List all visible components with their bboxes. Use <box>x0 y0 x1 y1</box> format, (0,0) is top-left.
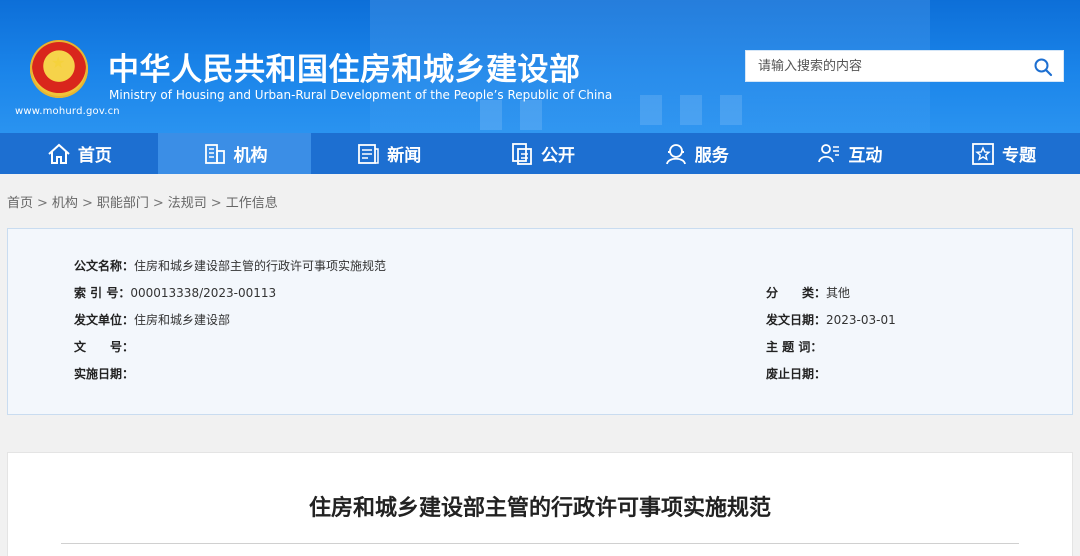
title-divider <box>61 543 1019 544</box>
nav-item-label: 公开 <box>541 146 575 166</box>
article-container: 住房和城乡建设部主管的行政许可事项实施规范 <box>7 452 1073 556</box>
effective-label: 实施日期： <box>74 367 135 381</box>
date-label: 发文日期： <box>766 313 827 327</box>
nav-item-label: 新闻 <box>387 146 422 166</box>
search-input[interactable] <box>746 51 1016 81</box>
header-building-window <box>640 95 662 125</box>
newspaper-icon <box>358 143 380 164</box>
breadcrumb-legal-dept[interactable]: 法规司 <box>168 196 207 211</box>
article-title: 住房和城乡建设部主管的行政许可事项实施规范 <box>308 496 771 521</box>
nav-item-topics[interactable]: 专题 <box>926 133 1080 174</box>
index-value: 000013338/2023-00113 <box>130 286 277 300</box>
keywords-row: 主 题 词： <box>766 338 822 355</box>
nav-item-label: 互动 <box>848 146 883 166</box>
building-icon <box>204 143 225 164</box>
search-icon[interactable] <box>1033 57 1053 77</box>
index-label: 索 引 号： <box>74 286 131 300</box>
breadcrumb-separator: > <box>210 196 222 211</box>
site-url: www.mohurd.gov.cn <box>15 106 120 117</box>
star-icon <box>972 142 995 165</box>
doc-name-label: 公文名称： <box>74 259 135 273</box>
effective-row: 实施日期： <box>74 365 134 382</box>
date-row: 发文日期：2023-03-01 <box>766 311 896 328</box>
main-nav: 首页 机构 新闻 公开 服务 互动 专题 <box>0 133 1080 174</box>
breadcrumb: 首页 > 机构 > 职能部门 > 法规司 > 工作信息 <box>7 192 278 211</box>
doc-name-row: 公文名称：住房和城乡建设部主管的行政许可事项实施规范 <box>74 257 386 274</box>
nav-item-news[interactable]: 新闻 <box>311 133 465 174</box>
header-building-window <box>520 100 542 130</box>
category-value: 其他 <box>826 286 851 300</box>
docno-label: 文 号： <box>74 340 135 354</box>
header-building-window <box>480 100 502 130</box>
issuer-value: 住房和城乡建设部 <box>134 313 231 327</box>
home-icon <box>48 143 70 164</box>
breadcrumb-home[interactable]: 首页 <box>7 196 33 211</box>
nav-item-service[interactable]: 服务 <box>619 133 773 174</box>
expiry-label: 废止日期： <box>766 367 827 381</box>
header-building-window <box>680 95 702 125</box>
breadcrumb-separator: > <box>81 196 93 211</box>
issuer-label: 发文单位： <box>74 313 135 327</box>
category-label: 分 类： <box>766 286 827 300</box>
nav-item-label: 首页 <box>77 146 112 166</box>
doc-name-value: 住房和城乡建设部主管的行政许可事项实施规范 <box>134 259 387 273</box>
keywords-label: 主 题 词： <box>766 340 823 354</box>
breadcrumb-organization[interactable]: 机构 <box>52 196 78 211</box>
nav-item-organization[interactable]: 机构 <box>157 133 312 174</box>
search-box <box>745 50 1064 82</box>
document-icon <box>512 142 532 165</box>
issuer-row: 发文单位：住房和城乡建设部 <box>74 311 230 328</box>
nav-item-public[interactable]: 公开 <box>465 133 619 174</box>
chat-icon <box>818 143 840 162</box>
expiry-row: 废止日期： <box>766 365 826 382</box>
breadcrumb-separator: > <box>152 196 164 211</box>
site-subtitle: Ministry of Housing and Urban-Rural Deve… <box>109 88 613 102</box>
breadcrumb-departments[interactable]: 职能部门 <box>97 196 149 211</box>
nav-item-interaction[interactable]: 互动 <box>773 133 927 174</box>
site-header: ★ www.mohurd.gov.cn 中华人民共和国住房和城乡建设部 Mini… <box>0 0 1080 133</box>
nav-item-label: 服务 <box>694 146 729 166</box>
national-emblem-icon[interactable]: ★ <box>30 40 88 98</box>
category-row: 分 类：其他 <box>766 284 850 301</box>
nav-item-label: 专题 <box>1002 146 1037 166</box>
date-value: 2023-03-01 <box>826 313 896 327</box>
docno-row: 文 号： <box>74 338 134 355</box>
index-row: 索 引 号：000013338/2023-00113 <box>74 284 276 301</box>
document-info-panel: 公文名称：住房和城乡建设部主管的行政许可事项实施规范 索 引 号：0000133… <box>7 228 1073 415</box>
nav-item-home[interactable]: 首页 <box>0 133 158 174</box>
breadcrumb-work-info[interactable]: 工作信息 <box>226 196 278 211</box>
header-building-window <box>720 95 742 125</box>
nav-item-label: 机构 <box>233 146 268 166</box>
breadcrumb-separator: > <box>37 196 48 211</box>
site-title[interactable]: 中华人民共和国住房和城乡建设部 <box>108 44 581 89</box>
service-icon <box>665 143 686 164</box>
